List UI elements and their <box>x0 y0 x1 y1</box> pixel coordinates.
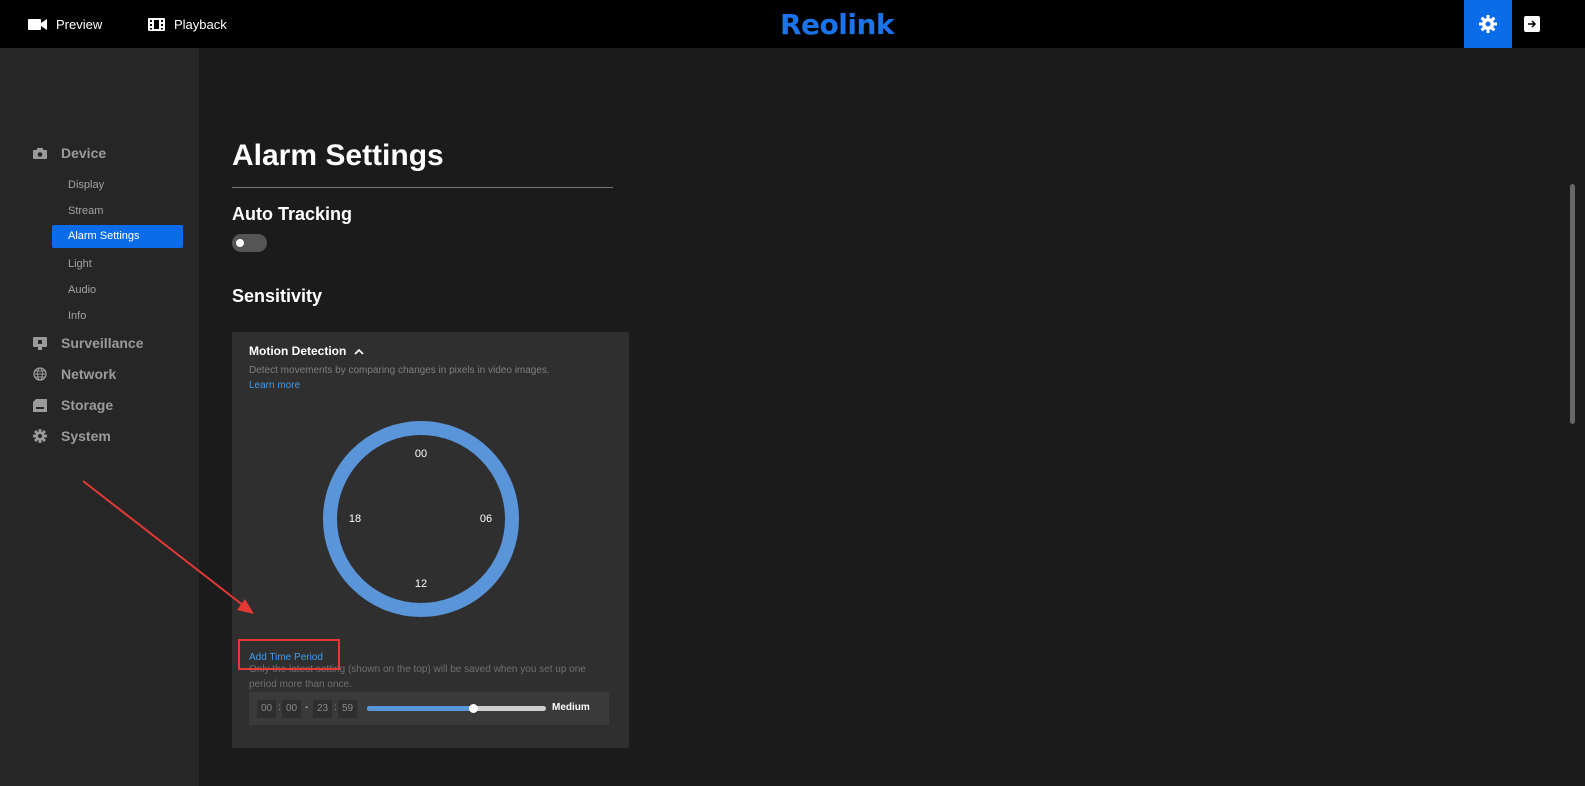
monitor-icon <box>33 336 47 350</box>
top-bar: Preview Playback Reolink <box>0 0 1585 48</box>
storage-icon <box>33 398 47 412</box>
sidebar-group-network[interactable]: Network <box>33 366 116 382</box>
page-scrollbar[interactable] <box>1570 184 1575 424</box>
motion-detection-card: Motion Detection Detect movements by com… <box>232 332 629 748</box>
logout-button[interactable] <box>1522 14 1542 34</box>
learn-more-link[interactable]: Learn more <box>249 380 300 391</box>
sidebar-item-stream[interactable]: Stream <box>68 205 103 217</box>
range-separator: - <box>305 702 309 713</box>
sidebar-group-device[interactable]: Device <box>33 145 106 161</box>
sidebar-item-info[interactable]: Info <box>68 310 86 322</box>
motion-detection-description: Detect movements by comparing changes in… <box>249 365 550 376</box>
clock-label-top: 00 <box>415 448 427 460</box>
chevron-up-icon <box>354 348 364 355</box>
start-hour-input[interactable]: 00 <box>257 700 276 718</box>
preview-button[interactable]: Preview <box>28 0 102 48</box>
clock-label-right: 06 <box>480 513 492 525</box>
motion-detection-header[interactable]: Motion Detection <box>249 344 364 358</box>
slider-fill <box>367 706 473 711</box>
sidebar-group-label: Surveillance <box>61 335 144 351</box>
toggle-knob <box>236 239 244 247</box>
sidebar-group-surveillance[interactable]: Surveillance <box>33 335 144 351</box>
video-camera-icon <box>28 18 47 30</box>
globe-icon <box>33 367 47 381</box>
slider-thumb[interactable] <box>468 704 478 713</box>
sidebar-item-light[interactable]: Light <box>68 258 92 270</box>
end-minute-input[interactable]: 59 <box>338 700 357 718</box>
end-hour-input[interactable]: 23 <box>313 700 332 718</box>
sidebar-group-label: Device <box>61 145 107 161</box>
settings-button[interactable] <box>1464 0 1512 48</box>
camera-icon <box>33 147 47 159</box>
time-period-row: 00 : 00 - 23 : 59 Medium <box>249 692 609 725</box>
logout-icon <box>1524 16 1540 32</box>
time-colon: : <box>334 702 337 713</box>
clock-label-left: 18 <box>349 513 361 525</box>
sensitivity-level-label: Medium <box>552 702 590 713</box>
sidebar-group-system[interactable]: System <box>33 428 111 444</box>
motion-detection-title: Motion Detection <box>249 344 347 358</box>
schedule-clock[interactable]: 00 06 12 18 <box>323 421 519 617</box>
add-time-period-button[interactable]: Add Time Period <box>238 639 340 670</box>
playback-button[interactable]: Playback <box>148 0 227 48</box>
playback-label: Playback <box>174 16 227 32</box>
main-content: Alarm Settings Auto Tracking Sensitivity… <box>199 48 1585 786</box>
sidebar-group-label: Network <box>61 366 117 382</box>
sidebar: Device Display Stream Alarm Settings Lig… <box>0 48 199 786</box>
start-minute-input[interactable]: 00 <box>282 700 301 718</box>
sidebar-group-label: Storage <box>61 397 114 413</box>
reolink-logo: Reolink <box>780 8 895 41</box>
sidebar-group-storage[interactable]: Storage <box>33 397 113 413</box>
sensitivity-title: Sensitivity <box>232 286 323 306</box>
film-icon <box>148 17 165 31</box>
title-divider <box>232 187 613 188</box>
time-colon: : <box>278 702 281 713</box>
sidebar-group-label: System <box>61 428 111 444</box>
sidebar-item-alarm-settings[interactable]: Alarm Settings <box>52 225 183 248</box>
preview-label: Preview <box>56 16 103 32</box>
page-title: Alarm Settings <box>232 139 444 172</box>
sidebar-item-display[interactable]: Display <box>68 179 104 191</box>
gear-icon <box>1479 15 1497 33</box>
auto-tracking-title: Auto Tracking <box>232 204 353 224</box>
auto-tracking-toggle[interactable] <box>232 234 267 252</box>
sidebar-item-audio[interactable]: Audio <box>68 284 96 296</box>
clock-label-bottom: 12 <box>415 578 427 590</box>
gear-icon <box>33 429 47 443</box>
sensitivity-slider[interactable] <box>367 704 546 713</box>
